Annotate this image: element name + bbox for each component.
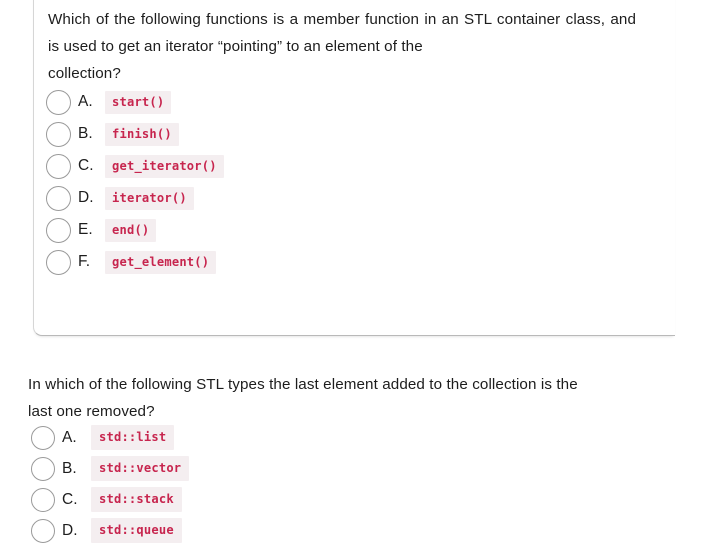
radio-button-icon[interactable] (31, 487, 55, 512)
option-row-q2-b[interactable]: B. std::vector (31, 453, 190, 484)
question-1-line-1: Which of the following functions is a me… (48, 11, 561, 28)
question-2-line-1: In which of the following STL types the … (28, 376, 537, 393)
option-row-q1-d[interactable]: D. iterator() (46, 182, 224, 214)
option-row-q1-e[interactable]: E. end() (46, 214, 224, 246)
question-1-line-3: collection? (48, 65, 121, 82)
radio-button-icon[interactable] (46, 121, 71, 147)
option-letter: D. (78, 189, 94, 207)
option-row-q1-b[interactable]: B. finish() (46, 118, 224, 150)
option-row-q2-d[interactable]: D. std::queue (31, 515, 189, 546)
option-code-label: std::stack (91, 487, 182, 512)
question-1-options: A. start() B. finish() C. get_iterator()… (46, 86, 224, 278)
option-letter: E. (78, 221, 93, 239)
option-code-label: finish() (105, 122, 179, 146)
option-row-q1-a[interactable]: A. start() (46, 86, 224, 118)
option-code-label: end() (105, 218, 157, 242)
option-code-label: std::list (91, 425, 175, 450)
option-row-q2-c[interactable]: C. std::stack (31, 484, 189, 515)
question-2-block: In which of the following STL types the … (28, 371, 618, 425)
option-letter: B. (78, 125, 93, 143)
question-2-options: A. std::list B. std::vector C. std::stac… (31, 422, 190, 546)
question-1-text: Which of the following functions is a me… (48, 6, 636, 87)
option-code-label: iterator() (105, 186, 194, 210)
option-letter: C. (62, 490, 78, 508)
option-code-label: get_element() (105, 250, 217, 274)
radio-button-icon[interactable] (46, 249, 71, 275)
radio-button-icon[interactable] (46, 153, 71, 179)
option-code-label: std::queue (91, 518, 182, 543)
option-code-label: std::vector (91, 456, 190, 481)
option-letter: F. (78, 253, 91, 271)
question-2-text: In which of the following STL types the … (28, 371, 600, 425)
radio-button-icon[interactable] (31, 456, 55, 481)
option-letter: D. (62, 521, 78, 539)
option-letter: C. (78, 157, 94, 175)
option-row-q1-c[interactable]: C. get_iterator() (46, 150, 224, 182)
option-letter: B. (62, 459, 77, 477)
option-row-q1-f[interactable]: F. get_element() (46, 246, 224, 278)
radio-button-icon[interactable] (46, 217, 71, 243)
option-code-label: start() (105, 90, 172, 114)
radio-button-icon[interactable] (46, 89, 71, 115)
radio-button-icon[interactable] (31, 425, 55, 450)
option-code-label: get_iterator() (105, 154, 224, 178)
option-letter: A. (78, 93, 93, 111)
radio-button-icon[interactable] (31, 518, 55, 543)
option-row-q2-a[interactable]: A. std::list (31, 422, 189, 453)
radio-button-icon[interactable] (46, 185, 71, 211)
option-letter: A. (62, 428, 77, 446)
